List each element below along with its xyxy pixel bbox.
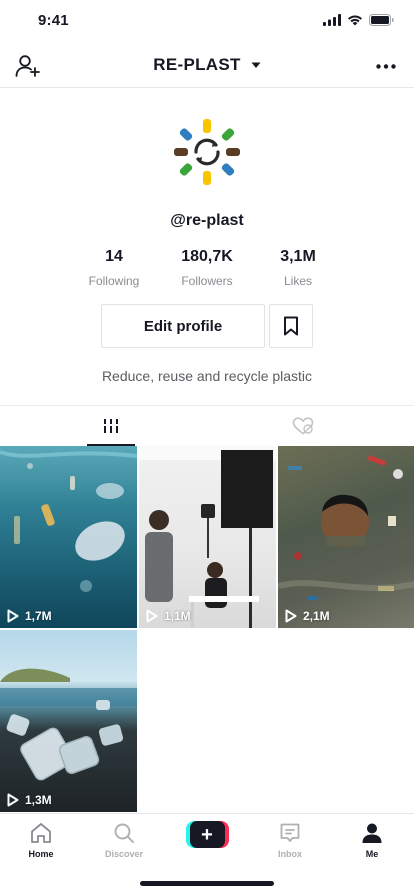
more-options-button[interactable] <box>374 54 398 78</box>
battery-icon <box>369 14 394 26</box>
status-time: 9:41 <box>38 12 69 29</box>
video-thumbnail-image <box>0 668 137 781</box>
video-view-count: 1,7M <box>7 609 52 623</box>
favorites-button[interactable] <box>269 304 313 348</box>
tab-discover-label: Discover <box>104 849 144 859</box>
signal-icon <box>323 14 341 26</box>
ellipsis-icon <box>376 63 396 69</box>
stat-likes[interactable]: 3,1M Likes <box>258 248 338 288</box>
account-name: RE-PLAST <box>153 55 241 74</box>
stat-following[interactable]: 14 Following <box>74 248 154 288</box>
view-count-label: 1,7M <box>25 609 52 623</box>
tab-me[interactable]: Me <box>331 820 413 859</box>
followers-label: Followers <box>181 274 233 288</box>
view-count-label: 2,1M <box>303 609 330 623</box>
video-thumbnail-image <box>139 446 276 628</box>
heart-hidden-icon <box>292 417 314 435</box>
wifi-icon <box>348 15 362 26</box>
video-thumbnail[interactable]: 1,7M <box>0 446 137 628</box>
plus-icon: + <box>189 821 225 848</box>
inbox-icon <box>280 823 300 842</box>
search-icon <box>114 823 134 843</box>
play-icon <box>285 609 297 623</box>
profile-stats: 14 Following 180,7K Followers 3,1M Likes <box>0 248 414 292</box>
username: @re-plast <box>170 212 244 229</box>
grid-bars-icon <box>104 419 118 433</box>
video-thumbnail[interactable]: 1,3M <box>0 630 137 812</box>
likes-label: Likes <box>283 274 312 288</box>
status-bar: 9:41 <box>0 0 414 44</box>
video-thumbnail-image <box>278 455 414 600</box>
likes-count: 3,1M <box>280 248 316 265</box>
tab-home-label: Home <box>28 849 54 859</box>
following-count: 14 <box>105 248 123 265</box>
recycle-logo <box>174 119 240 185</box>
video-thumbnail[interactable]: 1,1M <box>139 446 276 628</box>
account-switcher[interactable]: RE-PLAST <box>0 55 414 75</box>
tab-inbox-label: Inbox <box>278 849 302 859</box>
play-icon <box>7 609 19 623</box>
avatar[interactable] <box>172 117 242 187</box>
profile-header: RE-PLAST <box>0 44 414 88</box>
home-icon <box>31 823 51 843</box>
stat-followers[interactable]: 180,7K Followers <box>167 248 247 288</box>
person-icon <box>362 823 382 843</box>
create-button[interactable]: + <box>166 820 248 848</box>
profile-bio: Reduce, reuse and recycle plastic <box>101 368 313 384</box>
home-indicator <box>140 881 274 886</box>
followers-count: 180,7K <box>181 248 233 265</box>
video-thumbnail-image <box>0 450 137 592</box>
video-thumbnail[interactable]: 2,1M <box>278 446 414 628</box>
profile-tabs <box>0 405 414 446</box>
play-icon <box>146 609 158 623</box>
tab-videos[interactable] <box>87 406 135 446</box>
edit-profile-button[interactable]: Edit profile <box>101 304 265 348</box>
tab-liked[interactable] <box>279 406 327 446</box>
tab-home[interactable]: Home <box>0 820 82 859</box>
following-label: Following <box>88 274 140 288</box>
caret-down-icon <box>251 62 261 68</box>
status-icons <box>323 14 394 26</box>
create-plus-button[interactable]: + <box>185 821 229 848</box>
video-view-count: 1,1M <box>146 609 191 623</box>
view-count-label: 1,3M <box>25 793 52 807</box>
video-view-count: 2,1M <box>285 609 330 623</box>
view-count-label: 1,1M <box>164 609 191 623</box>
tab-me-label: Me <box>365 849 379 859</box>
bookmark-icon <box>284 316 298 336</box>
video-view-count: 1,3M <box>7 793 52 807</box>
tab-inbox[interactable]: Inbox <box>249 820 331 859</box>
tab-discover[interactable]: Discover <box>83 820 165 859</box>
play-icon <box>7 793 19 807</box>
